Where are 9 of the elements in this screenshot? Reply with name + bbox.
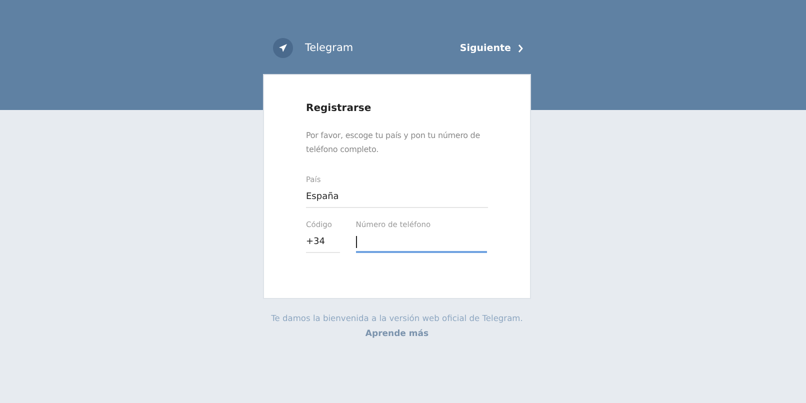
instructions-text: Por favor, escoge tu país y pon tu número de teléfono completo.	[306, 130, 481, 156]
next-button[interactable]: Siguiente	[460, 42, 523, 54]
welcome-text: Te damos la bienvenida a la versión web oficial de Telegram.	[271, 313, 523, 323]
chevron-right-icon	[518, 44, 523, 52]
input-field[interactable]: España	[306, 187, 488, 208]
paper-plane-icon	[273, 38, 293, 58]
card-title: Registrarse	[306, 103, 372, 114]
input-field[interactable]: +34	[306, 232, 340, 253]
app-name: Telegram	[305, 42, 354, 54]
